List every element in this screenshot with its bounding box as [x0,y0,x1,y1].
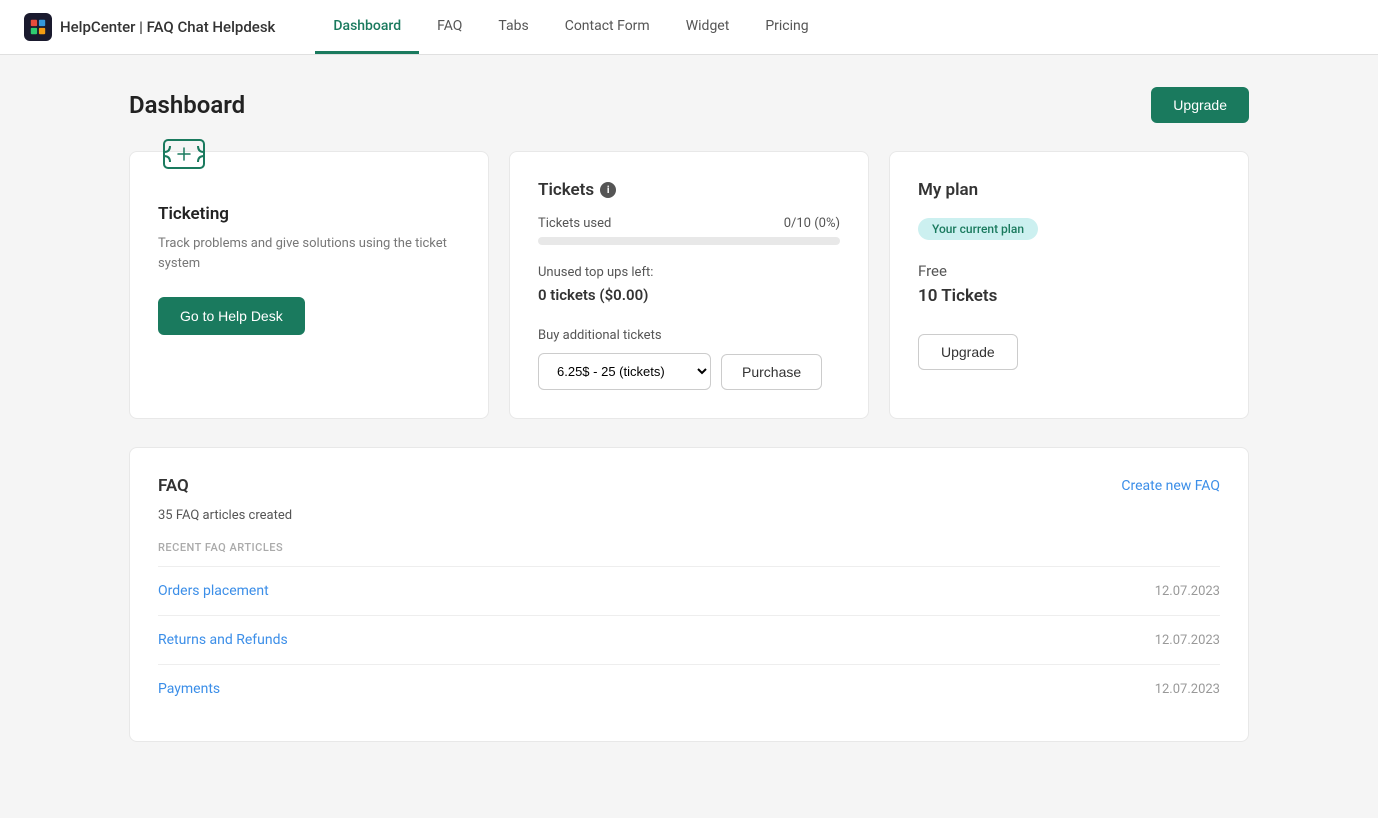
logo-area: HelpCenter | FAQ Chat Helpdesk [24,13,275,41]
tickets-progress-bar [538,237,840,245]
goto-helpdesk-button[interactable]: Go to Help Desk [158,297,305,335]
plan-tickets: 10 Tickets [918,286,1220,306]
create-faq-link[interactable]: Create new FAQ [1121,478,1220,494]
ticketing-card: Ticketing Track problems and give soluti… [129,151,489,419]
faq-date-1: 12.07.2023 [1155,584,1220,599]
main-nav: Dashboard FAQ Tabs Contact Form Widget P… [315,0,826,54]
buy-row: 6.25$ - 25 (tickets) 12.50$ - 50 (ticket… [538,353,840,390]
faq-date-2: 12.07.2023 [1155,633,1220,648]
faq-link-1[interactable]: Orders placement [158,583,269,599]
faq-count: 35 FAQ articles created [158,508,1220,523]
cards-row: Ticketing Track problems and give soluti… [129,151,1249,419]
current-plan-badge: Your current plan [918,218,1038,240]
nav-pricing[interactable]: Pricing [747,0,826,54]
faq-date-3: 12.07.2023 [1155,682,1220,697]
tickets-card: Tickets i Tickets used 0/10 (0%) Unused … [509,151,869,419]
plan-title: My plan [918,180,1220,200]
app-title: HelpCenter | FAQ Chat Helpdesk [60,18,275,36]
ticketing-desc: Track problems and give solutions using … [158,234,460,273]
faq-header: FAQ Create new FAQ [158,476,1220,496]
faq-title: FAQ [158,476,189,496]
faq-item-1: Orders placement 12.07.2023 [158,567,1220,616]
nav-dashboard[interactable]: Dashboard [315,0,419,54]
unused-label: Unused top ups left: [538,265,840,280]
upgrade-button-top[interactable]: Upgrade [1151,87,1249,123]
faq-item-3: Payments 12.07.2023 [158,665,1220,713]
faq-section: FAQ Create new FAQ 35 FAQ articles creat… [129,447,1249,742]
tickets-used-row: Tickets used 0/10 (0%) [538,216,840,231]
faq-item-2: Returns and Refunds 12.07.2023 [158,616,1220,665]
tickets-used-value: 0/10 (0%) [784,216,840,231]
header: HelpCenter | FAQ Chat Helpdesk Dashboard… [0,0,1378,55]
nav-tabs[interactable]: Tabs [480,0,546,54]
faq-link-3[interactable]: Payments [158,681,220,697]
plan-name: Free [918,262,1220,280]
purchase-button[interactable]: Purchase [721,354,822,390]
ticketing-title: Ticketing [158,204,460,224]
recent-faq-label: RECENT FAQ ARTICLES [158,541,1220,567]
tickets-used-label: Tickets used [538,216,611,231]
plan-card: My plan Your current plan Free 10 Ticket… [889,151,1249,419]
tickets-card-header: Tickets i [538,180,840,200]
info-icon[interactable]: i [600,182,616,198]
nav-faq[interactable]: FAQ [419,0,480,54]
logo-icon [24,13,52,41]
tickets-card-title: Tickets [538,180,594,200]
page-title: Dashboard [129,91,245,119]
dashboard-header: Dashboard Upgrade [129,87,1249,123]
nav-contact-form[interactable]: Contact Form [547,0,668,54]
faq-link-2[interactable]: Returns and Refunds [158,632,288,648]
buy-label: Buy additional tickets [538,328,840,343]
nav-widget[interactable]: Widget [668,0,748,54]
unused-value: 0 tickets ($0.00) [538,286,840,304]
ticket-icon-v2 [158,128,460,184]
main-content: Dashboard Upgrade [89,55,1289,774]
upgrade-button-card[interactable]: Upgrade [918,334,1018,370]
ticket-quantity-select[interactable]: 6.25$ - 25 (tickets) 12.50$ - 50 (ticket… [538,353,711,390]
